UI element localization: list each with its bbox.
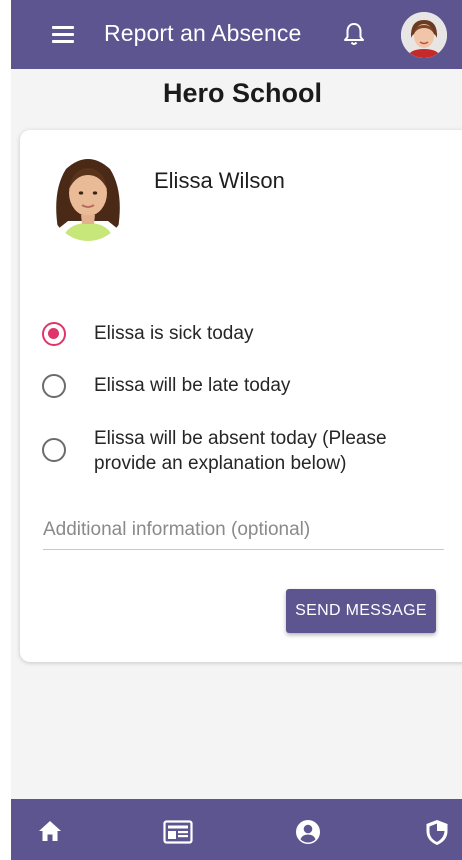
radio-absent[interactable]	[42, 438, 66, 462]
app-screen: Report an Absence Hero School Elissa Wil…	[11, 0, 462, 860]
option-sick[interactable]: Elissa is sick today	[42, 321, 462, 351]
shield-icon[interactable]	[425, 819, 449, 846]
user-avatar[interactable]	[401, 12, 447, 58]
account-icon[interactable]	[295, 819, 321, 845]
news-icon[interactable]	[163, 820, 193, 844]
top-app-bar: Report an Absence	[11, 0, 462, 69]
menu-icon[interactable]	[52, 26, 74, 43]
option-label-late: Elissa will be late today	[94, 375, 291, 396]
student-photo	[48, 151, 128, 241]
additional-info-input[interactable]	[43, 510, 444, 550]
bottom-nav	[11, 799, 462, 860]
school-name: Hero School	[162, 78, 323, 108]
radio-late[interactable]	[42, 374, 66, 398]
option-label-sick: Elissa is sick today	[94, 323, 254, 344]
option-label-absent: Elissa will be absent today (Please prov…	[94, 428, 387, 474]
option-late[interactable]: Elissa will be late today	[42, 373, 462, 403]
send-message-button[interactable]: SEND MESSAGE	[286, 589, 436, 633]
radio-sick[interactable]	[42, 322, 66, 346]
student-name: Elissa Wilson	[154, 168, 285, 193]
option-absent[interactable]: Elissa will be absent today (Please prov…	[42, 425, 462, 479]
page-title: Report an Absence	[104, 20, 302, 46]
home-icon[interactable]	[38, 820, 62, 842]
absence-card: Elissa Wilson Elissa is sick today Eliss…	[20, 130, 462, 662]
bell-icon[interactable]	[343, 22, 365, 46]
